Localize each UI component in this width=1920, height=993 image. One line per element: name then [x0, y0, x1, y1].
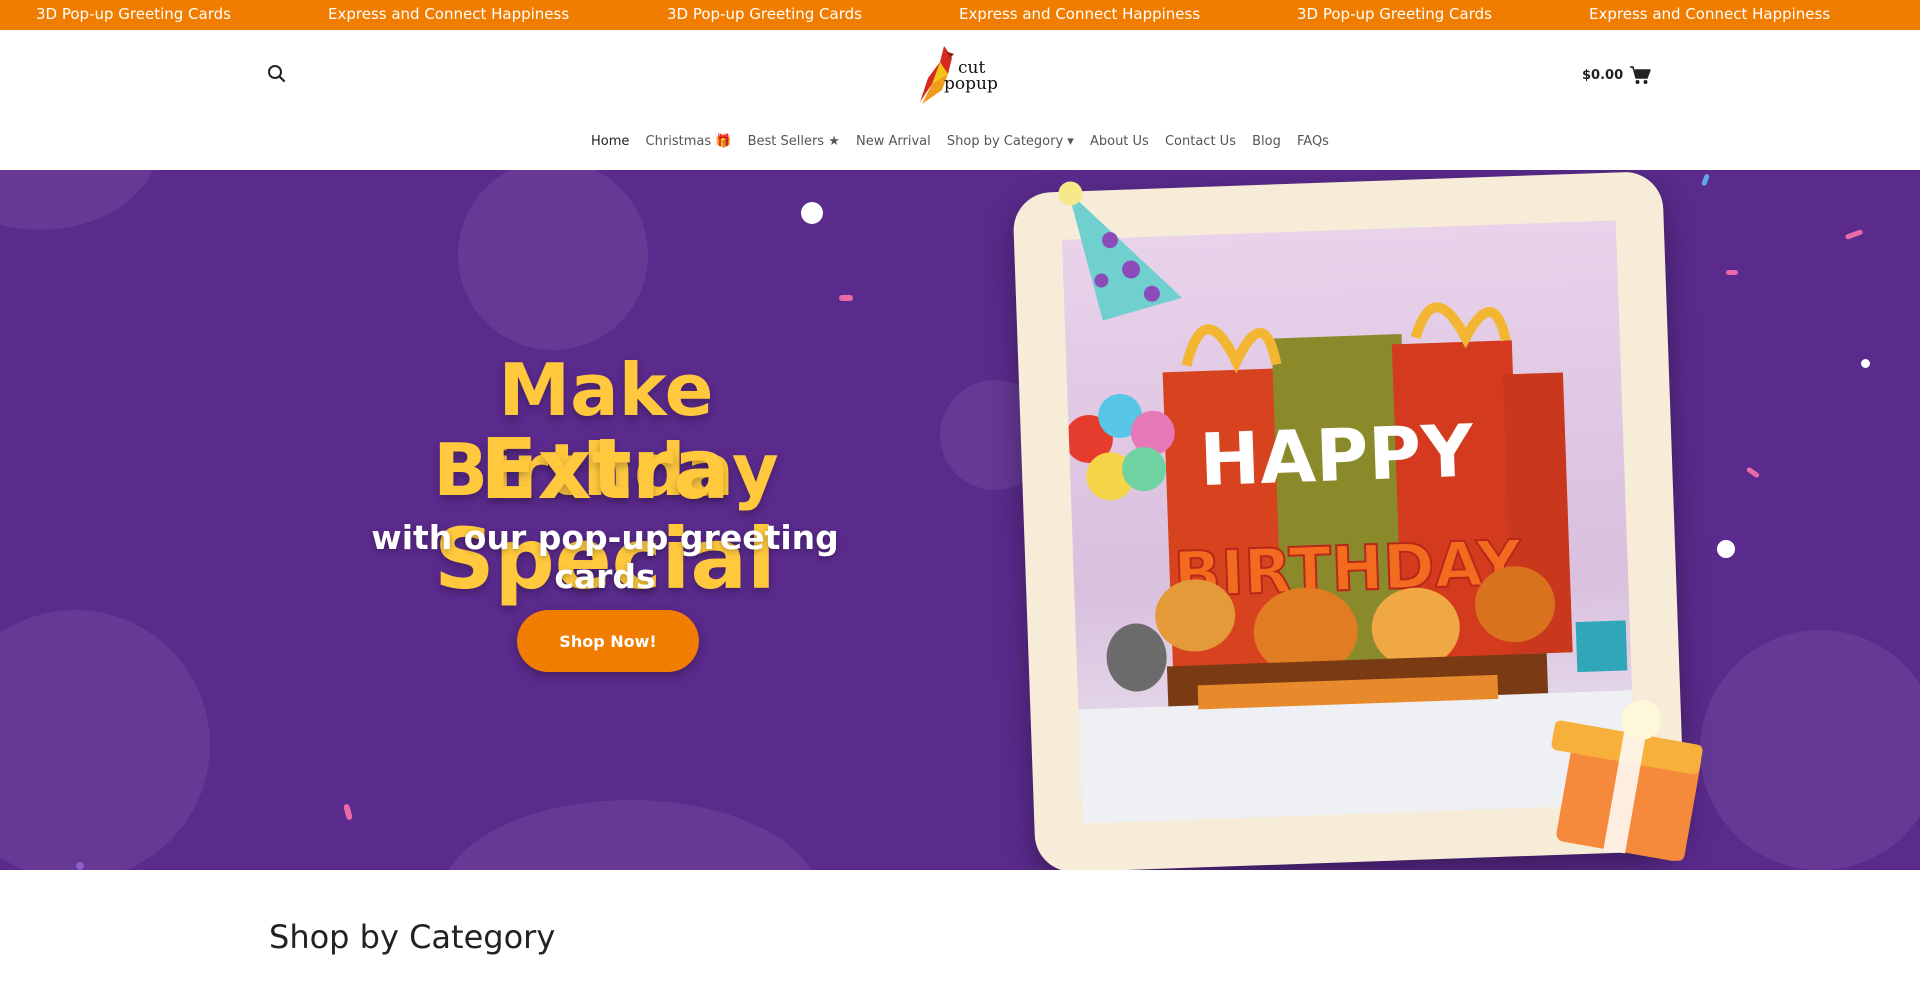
site-header: cut popup $0.00 Home Christmas 🎁 Best Se… [0, 30, 1920, 170]
cart-amount: $0.00 [1582, 67, 1624, 83]
confetti-dot [1861, 359, 1870, 368]
gift-box-icon [1551, 699, 1703, 862]
nav-item-shop-by-category[interactable]: Shop by Category ▾ [947, 134, 1074, 149]
announcement-text: 3D Pop-up Greeting Cards [1297, 5, 1492, 23]
confetti-piece [1745, 466, 1761, 479]
section-title-shop-by-category: Shop by Category [269, 918, 556, 956]
card-happy-text: HAPPY [1198, 409, 1475, 503]
decor-bubble [0, 610, 210, 870]
nav-item-about-us[interactable]: About Us [1090, 134, 1149, 149]
confetti-piece [1844, 229, 1864, 240]
nav-item-best-sellers[interactable]: Best Sellers ★ [748, 134, 840, 149]
announcement-text: Express and Connect Happiness [959, 5, 1201, 23]
party-hat-icon [1058, 181, 1183, 321]
hero-banner[interactable]: Make Birthday Extra Special with our pop… [0, 170, 1920, 870]
confetti-piece [1701, 173, 1710, 187]
confetti-dot [1717, 540, 1735, 558]
confetti-piece [343, 803, 353, 821]
site-logo[interactable]: cut popup [918, 44, 1002, 108]
decor-bubble [440, 800, 820, 870]
cart-button[interactable]: $0.00 [1582, 63, 1651, 87]
announcement-text: 3D Pop-up Greeting Cards [667, 5, 862, 23]
confetti-piece [1726, 270, 1738, 275]
announcement-bar: 3D Pop-up Greeting Cards Express and Con… [0, 0, 1920, 30]
decor-bubble [1700, 630, 1920, 870]
confetti-piece [839, 295, 853, 301]
announcement-text: 3D Pop-up Greeting Cards [36, 5, 231, 23]
logo-text-popup: popup [944, 74, 998, 94]
search-icon[interactable] [266, 63, 288, 85]
nav-item-home[interactable]: Home [591, 134, 629, 149]
confetti-dot [76, 862, 84, 870]
main-nav: Home Christmas 🎁 Best Sellers ★ New Arri… [0, 134, 1920, 149]
announcement-text: Express and Connect Happiness [328, 5, 570, 23]
shop-now-button[interactable]: Shop Now! [517, 610, 699, 672]
nav-item-faqs[interactable]: FAQs [1297, 134, 1329, 149]
cart-icon [1630, 66, 1651, 84]
decor-bubble [458, 170, 648, 350]
nav-item-new-arrival[interactable]: New Arrival [856, 134, 931, 149]
confetti-dot [801, 202, 823, 224]
hero-subheadline: with our pop-up greeting cards [371, 518, 839, 596]
announcement-text: Express and Connect Happiness [1589, 5, 1831, 23]
nav-item-christmas[interactable]: Christmas 🎁 [646, 134, 732, 149]
nav-item-blog[interactable]: Blog [1252, 134, 1281, 149]
nav-item-contact-us[interactable]: Contact Us [1165, 134, 1236, 149]
birthday-card-image: HAPPY BIRTHDAY [1012, 170, 1703, 870]
decor-bubble [0, 170, 160, 230]
